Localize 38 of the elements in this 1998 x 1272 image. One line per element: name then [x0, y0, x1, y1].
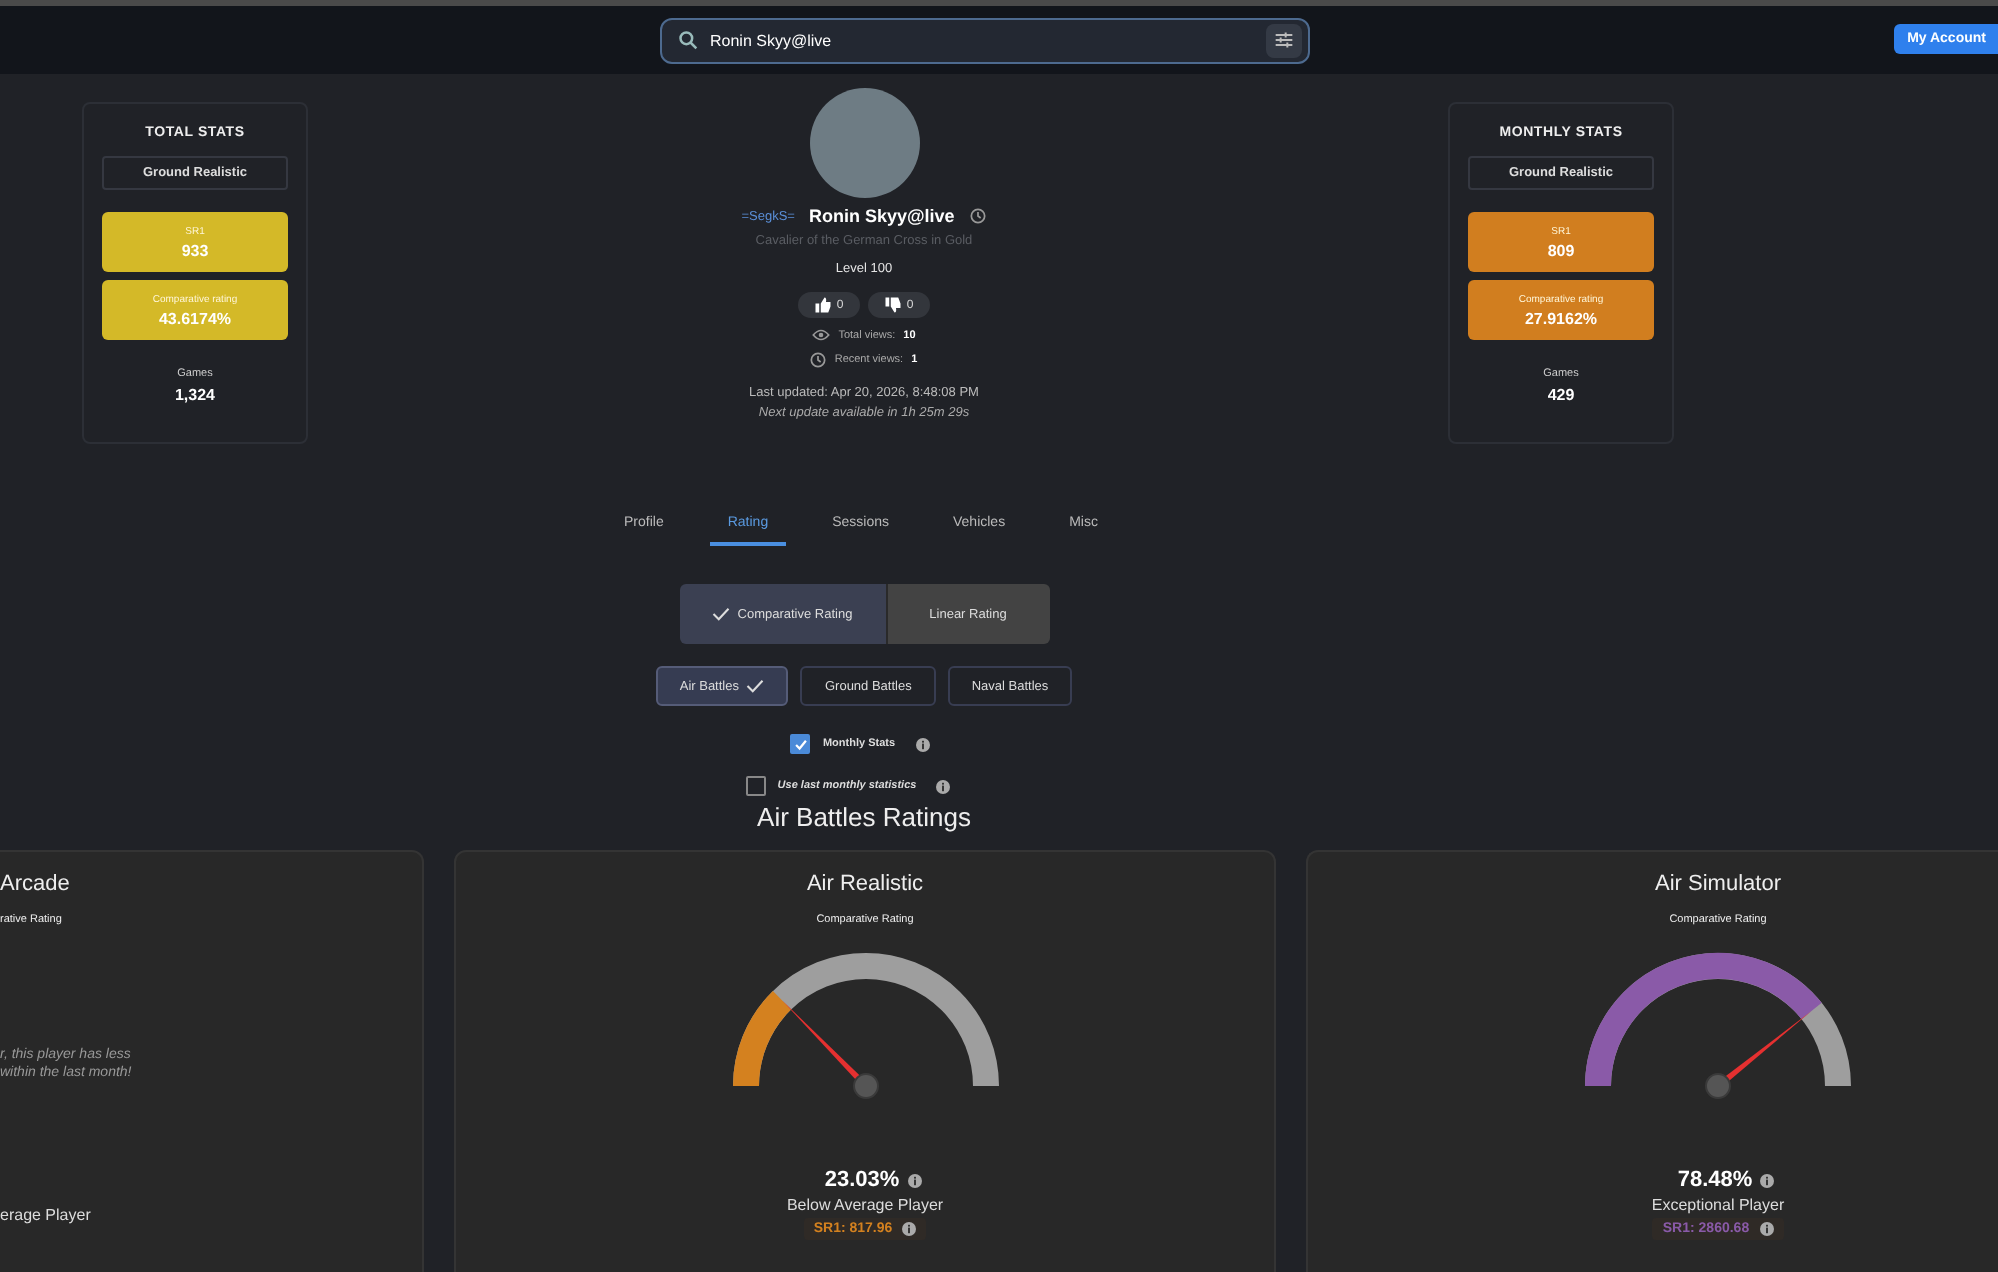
- checkbox[interactable]: [745, 776, 766, 796]
- history-icon: [970, 208, 987, 224]
- player-verdict: erage Player: [0, 1206, 91, 1224]
- info-icon: [1760, 1173, 1775, 1187]
- gauge-hub: [852, 1073, 878, 1099]
- stat-value: 429: [1545, 386, 1577, 404]
- card-title: Arcade: [0, 872, 70, 896]
- section-heading: Air Battles Ratings: [757, 802, 971, 832]
- thumbs-down-icon: [884, 296, 903, 314]
- check-icon: [711, 606, 730, 622]
- gauge-hub: [1705, 1073, 1731, 1099]
- info-icon: [915, 737, 930, 751]
- player-name: Ronin Skyy@live: [808, 206, 955, 226]
- stat-value: 933: [179, 241, 211, 259]
- search-input[interactable]: Ronin Skyy@live: [710, 31, 1254, 49]
- stat-value: 27.9162%: [1522, 309, 1600, 327]
- checkbox[interactable]: [790, 734, 811, 754]
- info-icon: [907, 1173, 922, 1187]
- stat-value: 43.6174%: [156, 309, 234, 327]
- stat-value: 809: [1545, 241, 1577, 259]
- info-icon: [936, 779, 951, 793]
- card-title: Air Simulator: [1655, 872, 1781, 896]
- info-icon: [1759, 1222, 1774, 1236]
- info-icon: [902, 1222, 917, 1236]
- player-verdict: Below Average Player: [786, 1196, 944, 1214]
- clock-icon: [810, 352, 827, 368]
- card-title: Air Realistic: [806, 872, 924, 896]
- eye-icon: [812, 328, 831, 342]
- filter-button[interactable]: [1266, 23, 1302, 57]
- thumbs-up-icon: [814, 296, 833, 314]
- search-icon: [678, 30, 698, 50]
- stat-value: 1,324: [172, 386, 218, 404]
- rating-percent: 23.03%: [824, 1168, 900, 1192]
- search-field[interactable]: Ronin Skyy@live: [660, 17, 1310, 63]
- check-icon: [746, 678, 765, 694]
- player-verdict: Exceptional Player: [1651, 1196, 1785, 1214]
- sliders-icon: [1274, 30, 1294, 50]
- rating-percent: 78.48%: [1677, 1168, 1753, 1192]
